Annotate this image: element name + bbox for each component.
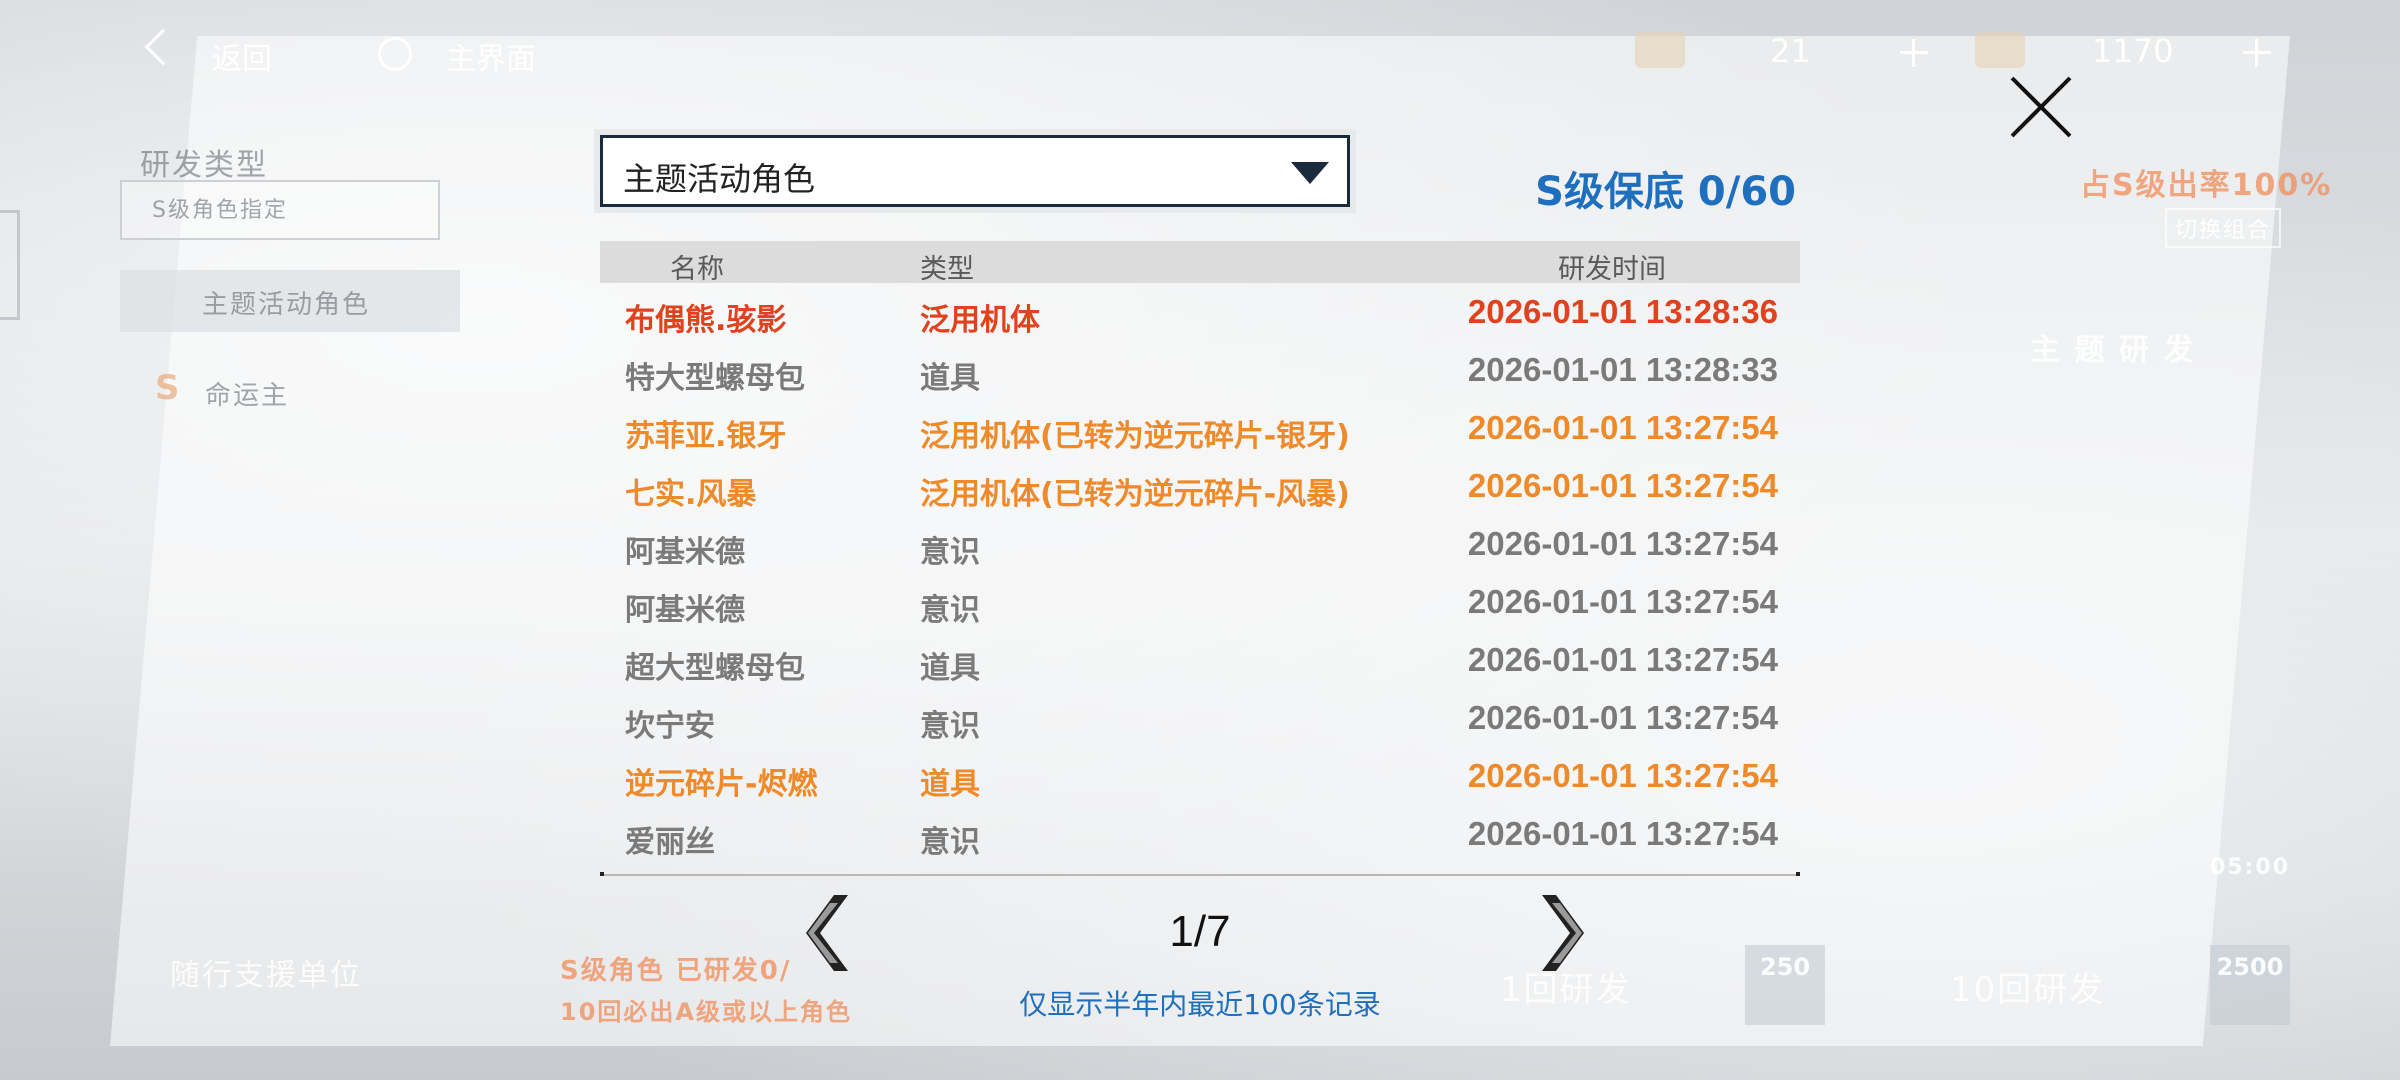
table-divider	[600, 872, 1800, 876]
record-name: 坎宁安	[625, 709, 715, 744]
research-type-label: 研发类型	[140, 148, 268, 183]
record-time: 2026-01-01 13:27:54	[1467, 641, 1778, 678]
table-row: 阿基米德 意识 2026-01-01 13:27:54	[600, 573, 1800, 631]
column-header-time: 研发时间	[1558, 254, 1666, 285]
ten-pull-button[interactable]: 10回研发	[1950, 962, 2105, 1011]
home-button[interactable]: 主界面	[446, 34, 536, 78]
stamina-icon	[1635, 32, 1685, 68]
support-unit-label: 随行支援单位	[170, 958, 362, 993]
record-time: 2026-01-01 13:27:54	[1467, 815, 1778, 852]
research-record-panel: 主题活动角色 S级保底 0/60 名称 类型 研发时间 布偶熊.骇影 泛用机体 20…	[600, 135, 1800, 1040]
record-name: 七实.风暴	[625, 477, 757, 512]
record-name: 阿基米德	[625, 593, 745, 628]
home-circle-icon[interactable]	[378, 37, 412, 71]
next-page-button[interactable]	[1540, 893, 1590, 973]
pool-select-dropdown[interactable]: 主题活动角色	[600, 135, 1350, 207]
table-row: 阿基米德 意识 2026-01-01 13:27:54	[600, 515, 1800, 573]
record-type: 意识	[920, 535, 980, 570]
timer-label: 05:00	[2210, 855, 2291, 880]
record-time: 2026-01-01 13:28:33	[1467, 351, 1778, 388]
table-row: 逆元碎片-烬燃 道具 2026-01-01 13:27:54	[600, 747, 1800, 805]
record-type: 意识	[920, 825, 980, 860]
record-limit-note: 仅显示半年内最近100条记录	[1019, 988, 1381, 1021]
bg-left-item-label: 命运主	[205, 381, 290, 411]
column-header-type: 类型	[920, 254, 974, 285]
switch-combo-button[interactable]: 切换组合	[2165, 208, 2282, 248]
table-row: 坎宁安 意识 2026-01-01 13:27:54	[600, 689, 1800, 747]
record-time: 2026-01-01 13:27:54	[1467, 525, 1778, 562]
record-type: 意识	[920, 709, 980, 744]
add-crystal-plus-icon[interactable]	[2243, 39, 2271, 67]
ten-pull-cost: 2500	[2216, 953, 2284, 981]
bg-left-item: 主题活动角色	[120, 270, 460, 332]
record-type: 道具	[920, 767, 980, 802]
bg-left-item-selected: S级角色指定	[120, 180, 440, 240]
record-time: 2026-01-01 13:27:54	[1467, 699, 1778, 736]
close-icon[interactable]	[2008, 74, 2074, 140]
rate-up-label: 占S级出率100%	[2080, 168, 2333, 203]
table-row: 布偶熊.骇影 泛用机体 2026-01-01 13:28:36	[600, 283, 1800, 341]
bg-left-item-label: 主题活动角色	[202, 290, 371, 320]
add-stamina-plus-icon[interactable]	[1900, 39, 1928, 67]
dropdown-selected-value: 主题活动角色	[623, 160, 816, 198]
record-type: 道具	[920, 361, 980, 396]
record-type: 意识	[920, 593, 980, 628]
pity-counter: S级保底 0/60	[1535, 169, 1796, 215]
triangle-down-icon[interactable]	[1291, 162, 1329, 184]
record-type: 泛用机体	[920, 303, 1040, 338]
back-arrow-icon[interactable]	[144, 28, 182, 66]
crystal-icon	[1975, 32, 2025, 68]
record-time: 2026-01-01 13:27:54	[1467, 583, 1778, 620]
record-name: 特大型螺母包	[625, 361, 805, 396]
record-rows: 布偶熊.骇影 泛用机体 2026-01-01 13:28:36 特大型螺母包 道具 202…	[600, 283, 1800, 863]
table-row: 七实.风暴 泛用机体(已转为逆元碎片-风暴) 2026-01-01 13:27:54	[600, 457, 1800, 515]
record-name: 苏菲亚.银牙	[625, 419, 787, 454]
crystal-value: 1170	[2092, 32, 2174, 70]
record-time: 2026-01-01 13:28:36	[1467, 293, 1778, 330]
page-indicator: 1/7	[1169, 907, 1231, 956]
bg-left-item-label: S级角色指定	[152, 198, 288, 223]
record-time: 2026-01-01 13:27:54	[1467, 757, 1778, 794]
record-name: 超大型螺母包	[625, 651, 805, 686]
record-table: 名称 类型 研发时间 布偶熊.骇影 泛用机体 2026-01-01 13:28:36…	[600, 241, 1800, 863]
record-type: 泛用机体(已转为逆元碎片-风暴)	[920, 477, 1350, 512]
table-header: 名称 类型 研发时间	[600, 241, 1800, 285]
record-name: 阿基米德	[625, 535, 745, 570]
record-name: 爱丽丝	[625, 825, 715, 860]
chevron-right-icon[interactable]	[1540, 893, 1590, 973]
back-button[interactable]: 返回	[212, 34, 272, 78]
record-name: 布偶熊.骇影	[625, 303, 787, 338]
record-name: 逆元碎片-烬燃	[625, 767, 818, 802]
record-type: 泛用机体(已转为逆元碎片-银牙)	[920, 419, 1350, 454]
table-row: 超大型螺母包 道具 2026-01-01 13:27:54	[600, 631, 1800, 689]
record-time: 2026-01-01 13:27:54	[1467, 409, 1778, 446]
stamina-value: 21	[1770, 32, 1811, 70]
table-row: 特大型螺母包 道具 2026-01-01 13:28:33	[600, 341, 1800, 399]
background-decoration	[0, 210, 20, 320]
record-type: 道具	[920, 651, 980, 686]
theme-research-label: 主 题 研 发	[2030, 333, 2196, 368]
column-header-name: 名称	[670, 254, 724, 285]
ten-pull-cost-badge: 2500	[2210, 945, 2290, 1025]
table-row: 爱丽丝 意识 2026-01-01 13:27:54	[600, 805, 1800, 863]
table-row: 苏菲亚.银牙 泛用机体(已转为逆元碎片-银牙) 2026-01-01 13:27:5…	[600, 399, 1800, 457]
bg-s-rank-icon: S	[155, 368, 180, 408]
record-time: 2026-01-01 13:27:54	[1467, 467, 1778, 504]
